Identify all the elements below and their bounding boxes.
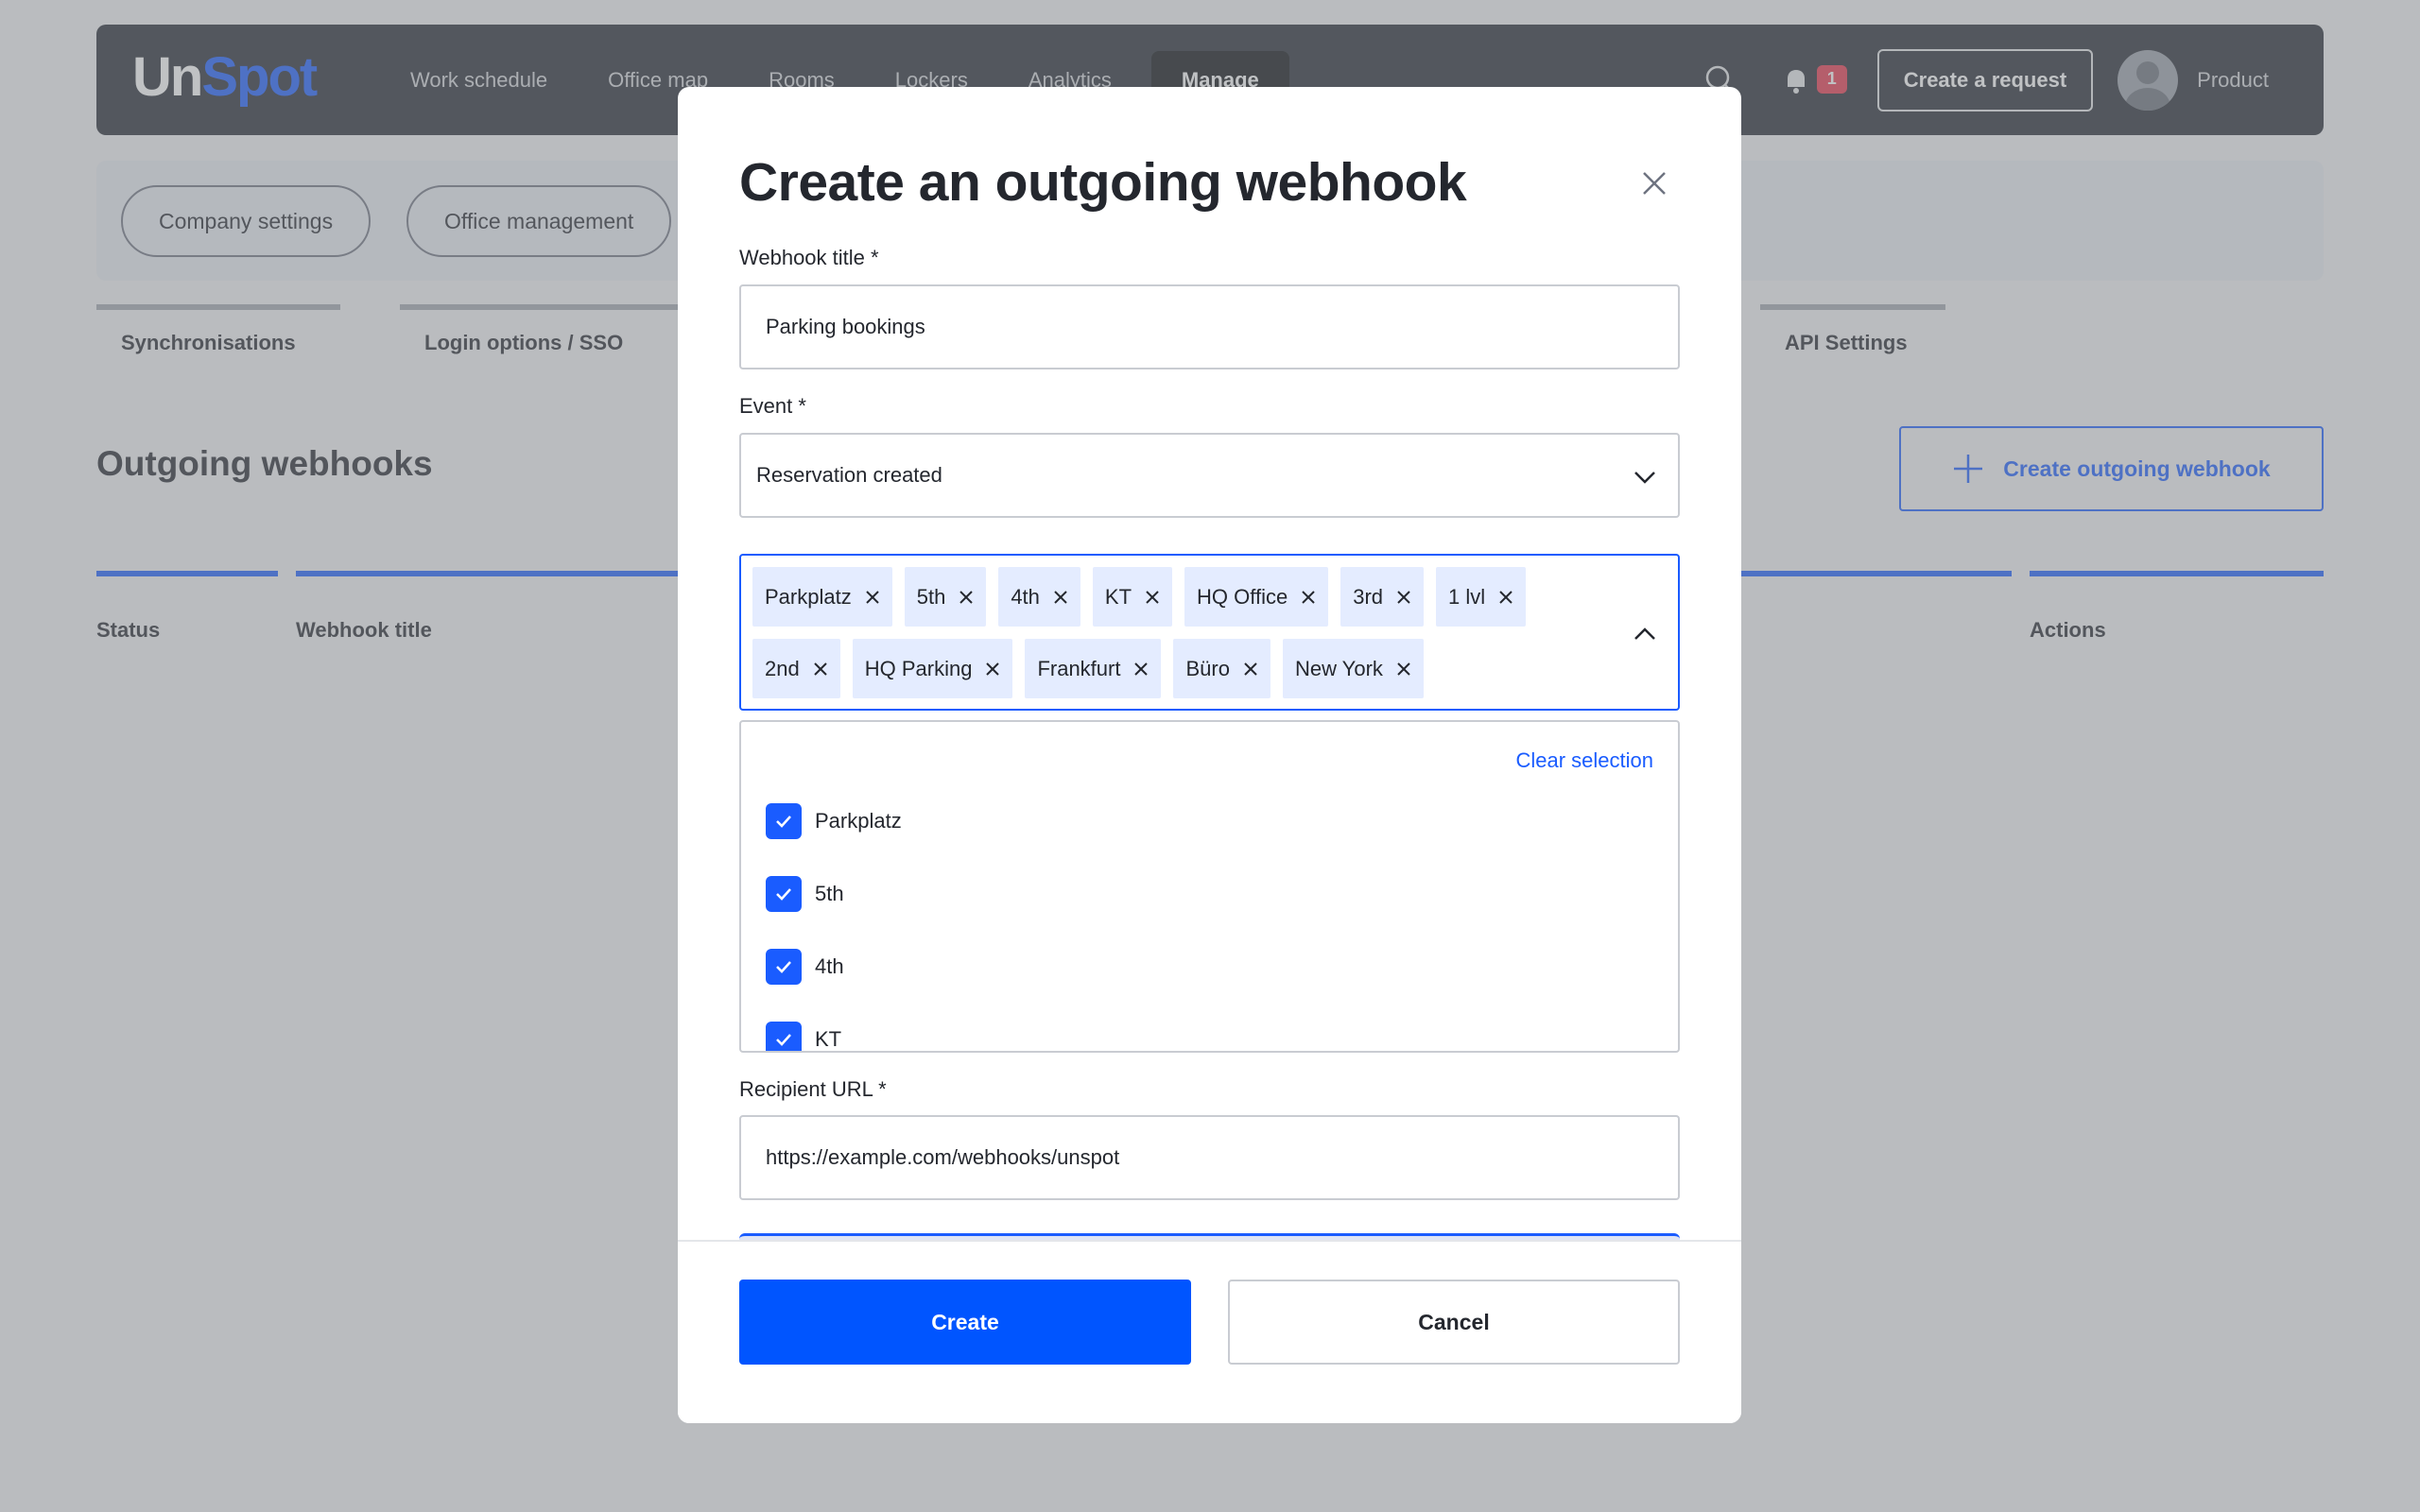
create-button[interactable]: Create (739, 1280, 1191, 1365)
chip-remove-icon[interactable] (1053, 590, 1068, 605)
chip-remove-icon[interactable] (1243, 662, 1258, 677)
checkbox-checked-icon[interactable] (766, 876, 802, 912)
chip-remove-icon[interactable] (1498, 590, 1513, 605)
chip: 3rd (1340, 567, 1425, 627)
chip: Frankfurt (1025, 639, 1162, 698)
chip-label: New York (1294, 656, 1383, 680)
event-select[interactable]: Reservation created (739, 433, 1680, 518)
chip-remove-icon[interactable] (1396, 662, 1411, 677)
chip: KT (1092, 567, 1173, 627)
list-item[interactable]: KT (766, 1022, 842, 1051)
chip: HQ Parking (852, 639, 1013, 698)
chip: New York (1282, 639, 1424, 698)
list-item[interactable]: Parkplatz (766, 803, 902, 839)
selected-chips: Parkplatz 5th 4th KT HQ Office 3rd 1 lvl… (752, 567, 1584, 698)
chip-remove-icon[interactable] (1396, 590, 1411, 605)
chip: 1 lvl (1436, 567, 1527, 627)
option-label: KT (815, 1027, 842, 1051)
option-label: 5th (815, 882, 844, 905)
chip-remove-icon[interactable] (1145, 590, 1160, 605)
chip-remove-icon[interactable] (985, 662, 1000, 677)
chip-label: Parkplatz (765, 584, 852, 609)
create-webhook-modal: Create an outgoing webhook Webhook title… (678, 87, 1741, 1423)
chip-remove-icon[interactable] (959, 590, 974, 605)
list-item[interactable]: 5th (766, 876, 844, 912)
event-select-value: Reservation created (756, 463, 942, 487)
chip-label: KT (1104, 584, 1132, 609)
recipient-url-label: Recipient URL * (739, 1077, 887, 1101)
chip-label: 2nd (765, 656, 800, 680)
chip-remove-icon[interactable] (1133, 662, 1149, 677)
modal-footer: Create Cancel (678, 1240, 1741, 1423)
chevron-down-icon (1634, 472, 1655, 484)
chip-label: Büro (1185, 656, 1230, 680)
chip: HQ Office (1184, 567, 1329, 627)
modal-title: Create an outgoing webhook (739, 152, 1467, 213)
webhook-title-label: Webhook title * (739, 246, 879, 269)
chip: 5th (904, 567, 987, 627)
clear-selection-link[interactable]: Clear selection (1515, 748, 1653, 773)
chip-label: HQ Parking (864, 656, 973, 680)
chip-remove-icon[interactable] (813, 662, 828, 677)
chip-label: Frankfurt (1037, 656, 1121, 680)
checkbox-checked-icon[interactable] (766, 949, 802, 985)
chip-label: 3rd (1353, 584, 1384, 609)
chip-label: 1 lvl (1448, 584, 1486, 609)
chip-label: HQ Office (1197, 584, 1288, 609)
option-label: Parkplatz (815, 809, 902, 833)
option-label: 4th (815, 954, 844, 978)
chip: Büro (1173, 639, 1270, 698)
webhook-title-input[interactable]: Parking bookings (739, 284, 1680, 369)
chip-label: 5th (916, 584, 946, 609)
cancel-button[interactable]: Cancel (1228, 1280, 1680, 1365)
chevron-up-icon[interactable] (1633, 622, 1657, 646)
chip-label: 4th (1011, 584, 1040, 609)
location-dropdown-list: Clear selection Parkplatz 5th 4th KT (739, 720, 1680, 1053)
chip: 4th (998, 567, 1080, 627)
location-multiselect[interactable]: Parkplatz 5th 4th KT HQ Office 3rd 1 lvl… (739, 554, 1680, 711)
close-icon[interactable] (1635, 164, 1673, 202)
chip: Parkplatz (752, 567, 892, 627)
event-label: Event * (739, 394, 806, 418)
checkbox-checked-icon[interactable] (766, 1022, 802, 1051)
list-item[interactable]: 4th (766, 949, 844, 985)
checkbox-checked-icon[interactable] (766, 803, 802, 839)
chip: 2nd (752, 639, 840, 698)
recipient-url-input[interactable]: https://example.com/webhooks/unspot (739, 1115, 1680, 1200)
chip-remove-icon[interactable] (865, 590, 880, 605)
chip-remove-icon[interactable] (1301, 590, 1316, 605)
